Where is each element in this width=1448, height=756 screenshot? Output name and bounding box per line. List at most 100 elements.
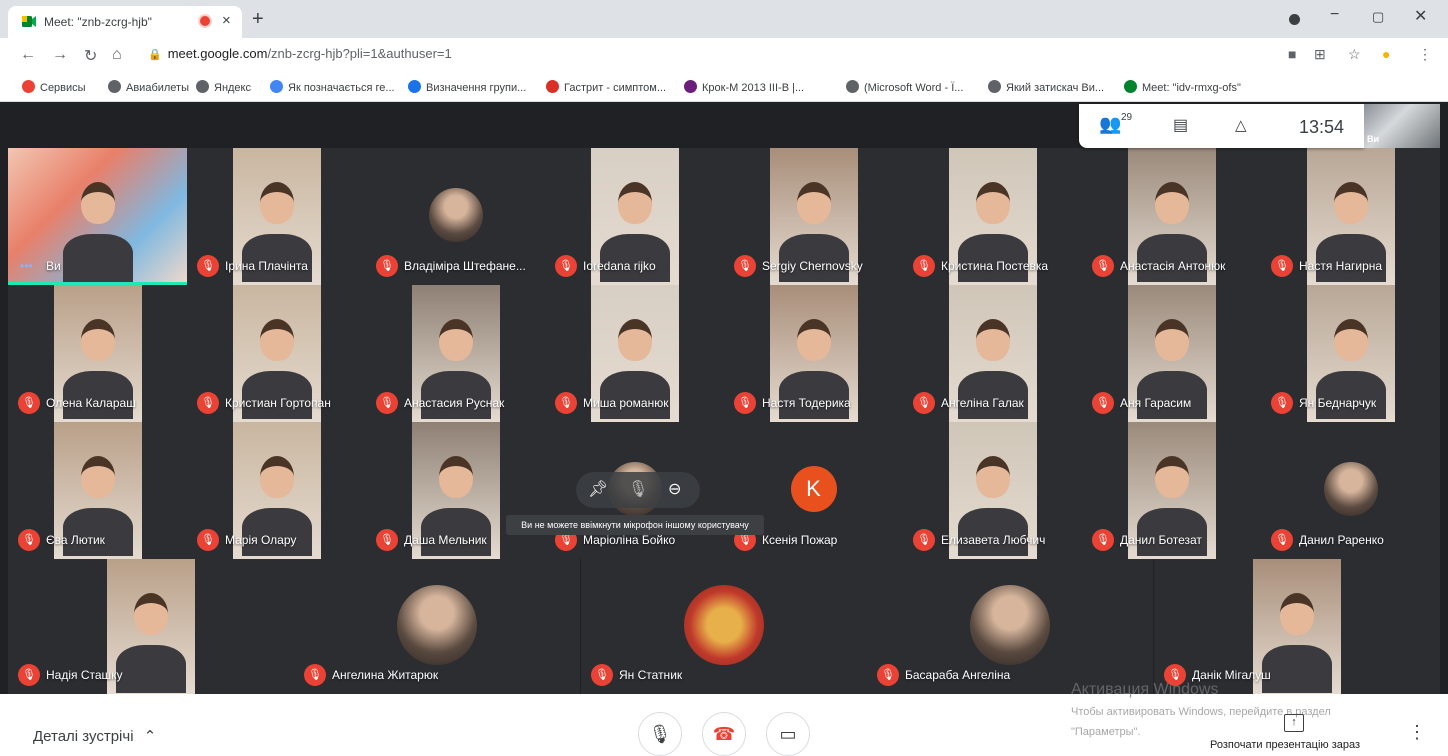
participant-body xyxy=(599,234,670,282)
bookmark-item[interactable]: Визначення групи... xyxy=(408,80,526,94)
bookmark-item[interactable]: Як позначається ге... xyxy=(270,80,395,94)
participant-tile[interactable]: ••• Ви xyxy=(8,148,187,285)
maximize-window-icon[interactable]: ▢ xyxy=(1372,9,1384,25)
pin-icon[interactable]: 📌︎ xyxy=(588,479,608,499)
present-screen-icon[interactable]: ↑ xyxy=(1284,714,1304,732)
people-icon[interactable]: 👥 xyxy=(1099,114,1121,135)
participant-avatar xyxy=(428,188,483,242)
address-bar[interactable]: 🔒 meet.google.com/znb-zcrg-hjb?pli=1&auth… xyxy=(148,46,452,61)
participant-tile[interactable]: 🎙︎ Ян Статник xyxy=(581,559,867,694)
meeting-details-button[interactable]: Деталі зустрічі ⌃ xyxy=(33,727,156,745)
participant-tile[interactable]: 🎙︎ Миша романюк xyxy=(545,285,724,422)
participant-avatar xyxy=(970,585,1051,665)
browser-menu-icon[interactable]: ⋮ xyxy=(1418,46,1432,63)
new-tab-button[interactable]: + xyxy=(252,8,264,31)
participant-body xyxy=(778,371,849,419)
participant-name: Ксенія Пожар xyxy=(762,533,838,547)
meet-top-controls: 👥 29 ▤ △ 13:54 xyxy=(1079,104,1364,148)
bookmark-item[interactable]: (Microsoft Word - Ї... xyxy=(846,80,963,94)
translate-icon[interactable]: ⊞ xyxy=(1314,46,1326,63)
bookmark-item[interactable]: Meet: "idv-rmxg-ofs" xyxy=(1124,80,1241,94)
participant-name: Кристина Постевка xyxy=(941,259,1049,273)
profile-indicator-icon[interactable] xyxy=(1289,14,1300,25)
apps-icon xyxy=(22,80,35,93)
bookmark-item[interactable]: Крок-М 2013 III-В |... xyxy=(684,80,804,94)
participant-face xyxy=(617,319,652,361)
participant-body xyxy=(1136,508,1207,556)
reload-icon[interactable]: ↻ xyxy=(84,46,97,66)
participant-tile[interactable]: K 🎙︎ Ксенія Пожар xyxy=(724,422,903,559)
participant-face xyxy=(438,456,473,498)
participant-name: Ангелина Житарюк xyxy=(332,668,439,682)
participant-tile[interactable]: 🎙︎ Олена Калараш xyxy=(8,285,187,422)
participant-tile[interactable]: 🎙︎ Даша Мельник xyxy=(366,422,545,559)
globe-icon xyxy=(108,80,121,93)
activities-icon[interactable]: △ xyxy=(1235,116,1247,134)
participant-tile[interactable]: 🎙︎ Аня Гарасим xyxy=(1082,285,1261,422)
participant-tile[interactable]: 🎙︎ Кристиан Гортопан xyxy=(187,285,366,422)
muted-mic-icon: 🎙︎ xyxy=(1271,392,1293,414)
participant-tile[interactable]: 🎙︎ Надія Сташку xyxy=(8,559,294,694)
participant-tile[interactable]: 🎙︎ Владіміра Штефане... xyxy=(366,148,545,285)
bookmark-item[interactable]: Авиабилеты xyxy=(108,80,189,94)
close-window-icon[interactable]: ✕ xyxy=(1414,6,1427,26)
participant-body xyxy=(241,234,312,282)
chat-icon[interactable]: ▤ xyxy=(1173,115,1188,135)
participant-tile[interactable]: 🎙︎ Данік Мігалуш xyxy=(1154,559,1440,694)
bookmark-item[interactable]: Яндекс xyxy=(196,80,251,94)
participant-tile[interactable]: 🎙︎ Ірина Плачінта xyxy=(187,148,366,285)
participant-face xyxy=(259,319,294,361)
browser-tab-meet[interactable]: Meet: "znb-zcrg-hjb" × xyxy=(8,6,242,38)
muted-mic-icon: 🎙︎ xyxy=(734,392,756,414)
muted-mic-icon: 🎙︎ xyxy=(913,255,935,277)
muted-mic-icon: 🎙︎ xyxy=(376,392,398,414)
participant-face xyxy=(796,319,831,361)
bookmark-label: Meet: "idv-rmxg-ofs" xyxy=(1142,82,1241,94)
participant-tile[interactable]: 🎙︎ Ioredana rijko xyxy=(545,148,724,285)
muted-mic-icon: 🎙︎ xyxy=(913,392,935,414)
participant-face xyxy=(975,182,1010,224)
participant-tile[interactable]: 🎙︎ Анастасія Антонюк xyxy=(1082,148,1261,285)
remove-participant-icon[interactable]: ⊖ xyxy=(668,479,681,499)
bookmark-item[interactable]: Який затискач Ви... xyxy=(988,80,1104,94)
participant-tile[interactable]: 🎙︎ Ангелина Житарюк xyxy=(294,559,580,694)
participant-tile[interactable]: 🎙︎ Ян Беднарчук xyxy=(1261,285,1440,422)
back-icon[interactable]: ← xyxy=(20,46,36,64)
participant-tile[interactable]: 🎙︎ Ангеліна Галак xyxy=(903,285,1082,422)
camera-button[interactable]: ▭ xyxy=(766,712,810,756)
more-options-icon[interactable]: ⋮ xyxy=(1408,722,1426,743)
minimize-window-icon[interactable]: − xyxy=(1330,6,1339,24)
muted-mic-icon: 🎙︎ xyxy=(304,664,326,686)
present-now-button[interactable]: Розпочати презентацію зараз xyxy=(1210,739,1360,751)
bookmark-star-icon[interactable]: ☆ xyxy=(1348,46,1361,63)
participant-name: Ян Беднарчук xyxy=(1299,396,1377,410)
participant-tile[interactable]: 🎙︎ Марія Олару xyxy=(187,422,366,559)
microphone-button[interactable]: 🎙︎ xyxy=(638,712,682,756)
participant-tile[interactable]: 🎙︎ Анастасия Руснак xyxy=(366,285,545,422)
home-icon[interactable]: ⌂ xyxy=(112,46,122,64)
participant-body xyxy=(241,371,312,419)
participant-body xyxy=(420,371,491,419)
leave-call-button[interactable]: ☎︎ xyxy=(702,712,746,756)
participant-tile[interactable]: 🎙︎ Данил Ботезат xyxy=(1082,422,1261,559)
participant-tile[interactable]: 🎙︎ Настя Нагирна xyxy=(1261,148,1440,285)
close-tab-icon[interactable]: × xyxy=(222,12,231,29)
participant-tile[interactable]: 🎙︎ Sergiy Chernovsky xyxy=(724,148,903,285)
participant-tile[interactable]: 🎙︎ Єва Лютик xyxy=(8,422,187,559)
extension-icon[interactable]: ● xyxy=(1382,46,1390,62)
participant-face xyxy=(259,456,294,498)
participant-tile[interactable]: 🎙︎ Данил Раренко xyxy=(1261,422,1440,559)
self-view-thumbnail[interactable]: Ви xyxy=(1364,104,1440,148)
participant-tile[interactable]: 🎙︎ Елизавета Любчич xyxy=(903,422,1082,559)
camera-in-use-icon[interactable]: ■ xyxy=(1288,46,1296,62)
muted-mic-icon: 🎙︎ xyxy=(376,529,398,551)
participant-body xyxy=(1136,371,1207,419)
participant-tile[interactable]: 🎙︎ Басараба Ангеліна xyxy=(867,559,1153,694)
muted-mic-icon: 🎙︎ xyxy=(913,529,935,551)
forward-icon[interactable]: → xyxy=(52,46,68,64)
participant-face xyxy=(438,319,473,361)
participant-tile[interactable]: 🎙︎ Настя Тодерика xyxy=(724,285,903,422)
participant-tile[interactable]: 🎙︎ Кристина Постевка xyxy=(903,148,1082,285)
bookmark-item[interactable]: Гастрит - симптом... xyxy=(546,80,666,94)
bookmark-item[interactable]: Сервисы xyxy=(22,80,86,94)
